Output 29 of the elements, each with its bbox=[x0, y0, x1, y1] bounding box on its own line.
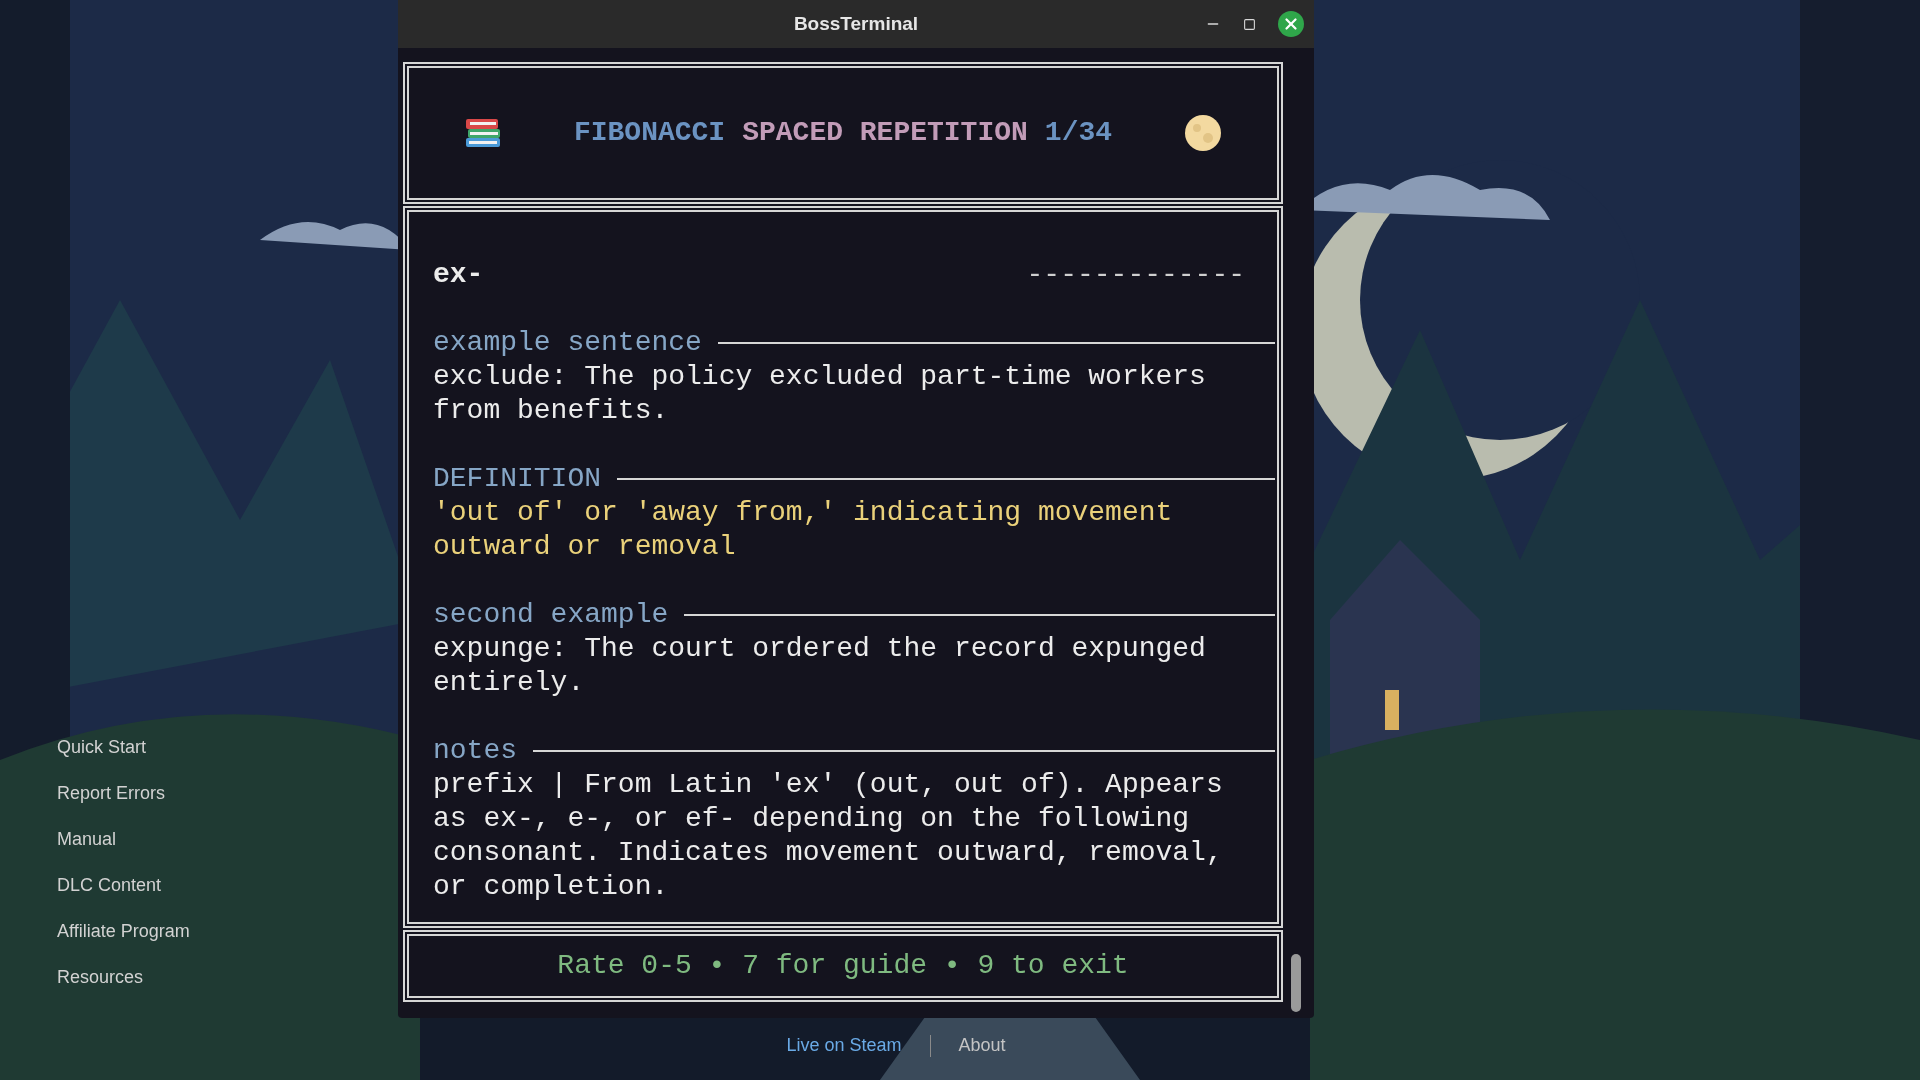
footer-link[interactable]: Live on Steam bbox=[774, 1032, 914, 1059]
deck-title-word: FIBONACCI bbox=[573, 116, 726, 150]
scrollbar-thumb[interactable] bbox=[1291, 954, 1301, 1012]
sidebar-link[interactable]: DLC Content bbox=[57, 874, 162, 896]
section-label: DEFINITION bbox=[433, 462, 602, 496]
sidebar-link[interactable]: Quick Start bbox=[57, 736, 147, 758]
close-button[interactable] bbox=[1278, 11, 1304, 37]
sidebar-link[interactable]: Resources bbox=[57, 966, 144, 988]
section-label: example sentence bbox=[433, 326, 702, 360]
section-text: prefix | From Latin 'ex' (out, out of). Appears as ex-, e-, or ef- depending on the following consonant. Indicates movement outward, removal, or completion. bbox=[433, 768, 1224, 904]
window-title: BossTerminal bbox=[793, 11, 919, 36]
section-label: second example bbox=[433, 598, 669, 632]
sidebar-link[interactable]: Manual bbox=[57, 828, 117, 850]
close-icon bbox=[1282, 15, 1300, 33]
masked-answer: ------------- bbox=[1026, 258, 1245, 292]
sidebar-link[interactable]: Affiliate Program bbox=[57, 920, 190, 942]
section-text: exclude: The policy excluded part-time workers from benefits. bbox=[433, 360, 1207, 428]
moon-icon bbox=[1184, 114, 1222, 152]
prompt-text: Rate 0-5 • 7 for guide • 9 to exit bbox=[557, 949, 1129, 983]
maximize-icon[interactable] bbox=[1243, 17, 1256, 31]
deck-title-word: 1/34 bbox=[1044, 116, 1113, 150]
section-text: 'out of' or 'away from,' indicating movement outward or removal bbox=[433, 496, 1174, 564]
footer-link[interactable]: About bbox=[946, 1032, 1018, 1059]
term-text: ex- bbox=[433, 258, 484, 292]
section-text: expunge: The court ordered the record expunged entirely. bbox=[433, 632, 1207, 700]
deck-title-word: SPACED REPETITION bbox=[742, 116, 1028, 150]
sidebar-link[interactable]: Report Errors bbox=[57, 782, 166, 804]
books-icon bbox=[464, 116, 502, 150]
section-label: notes bbox=[433, 734, 517, 768]
